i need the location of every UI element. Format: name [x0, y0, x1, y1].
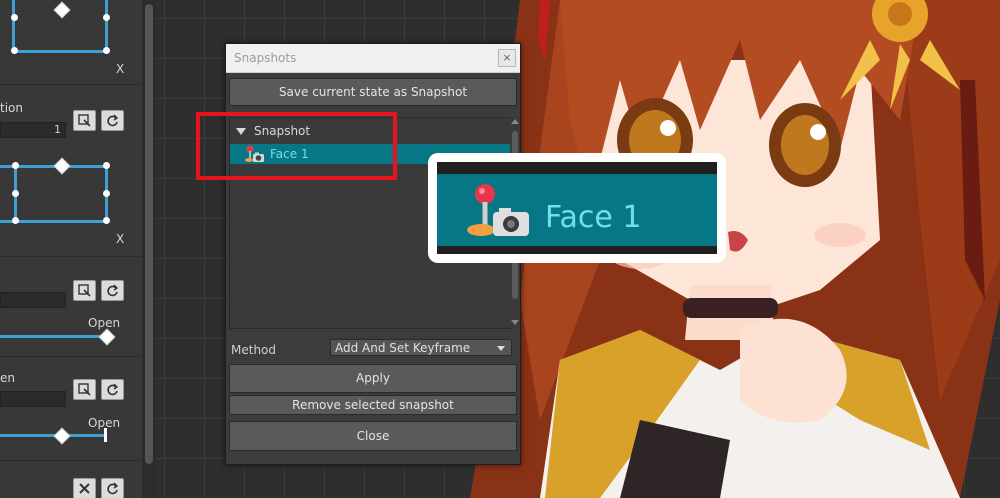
curve-point[interactable]	[12, 190, 19, 197]
inspector-scrollbar[interactable]	[142, 0, 156, 498]
curve-edge	[12, 0, 15, 52]
axis-label: X	[116, 232, 125, 246]
reset-icon	[107, 482, 119, 495]
chevron-down-icon	[497, 346, 505, 351]
reset-icon	[107, 383, 119, 396]
target-button[interactable]	[73, 379, 96, 400]
section-label: en	[0, 371, 15, 385]
value-field[interactable]	[0, 292, 66, 308]
close-button[interactable]: Close	[229, 421, 517, 451]
curve-edge	[105, 0, 108, 52]
zoom-inner: Face 1	[437, 162, 717, 254]
curve-point[interactable]	[11, 47, 18, 54]
curve-point[interactable]	[12, 217, 19, 224]
method-label: Method	[231, 343, 277, 357]
dialog-title: Snapshots	[234, 51, 297, 65]
slider-label: Open	[88, 316, 121, 330]
curve-point[interactable]	[103, 217, 110, 224]
apply-button[interactable]: Apply	[229, 364, 517, 393]
zoom-callout: Face 1	[428, 153, 726, 263]
curve-edge	[12, 50, 108, 53]
reset-button[interactable]	[101, 379, 124, 400]
close-icon	[79, 483, 90, 494]
curve-point[interactable]	[103, 190, 110, 197]
zoom-item-label: Face 1	[545, 200, 642, 235]
target-button[interactable]	[73, 280, 96, 301]
value-field[interactable]	[0, 391, 66, 407]
curve-point[interactable]	[103, 14, 110, 21]
dialog-titlebar[interactable]: Snapshots ×	[226, 44, 520, 73]
joystick-camera-icon	[467, 184, 529, 236]
section-label: tion	[0, 101, 23, 115]
target-icon	[78, 383, 91, 396]
slider-handle[interactable]	[53, 427, 71, 445]
method-dropdown[interactable]: Add And Set Keyframe	[330, 339, 512, 356]
zoom-selected-row: Face 1	[437, 174, 717, 246]
method-value: Add And Set Keyframe	[335, 341, 471, 355]
axis-label: X	[116, 62, 125, 76]
curve-point[interactable]	[103, 162, 110, 169]
curve-point[interactable]	[11, 14, 18, 21]
curve-key-diamond[interactable]	[53, 1, 71, 19]
target-icon	[78, 284, 91, 297]
curve-key-diamond[interactable]	[53, 157, 71, 175]
target-button[interactable]	[73, 110, 96, 131]
reset-button[interactable]	[101, 280, 124, 301]
remove-button[interactable]	[73, 478, 96, 498]
reset-button[interactable]	[101, 478, 124, 498]
curve-point[interactable]	[12, 162, 19, 169]
highlight-box	[196, 112, 397, 180]
reset-button[interactable]	[101, 110, 124, 131]
inspector-panel: X tion 1 X Open en Open	[0, 0, 156, 498]
reset-icon	[107, 114, 119, 127]
slider-handle[interactable]	[98, 328, 116, 346]
slider-end-marker	[104, 428, 107, 442]
value-field[interactable]: 1	[0, 122, 66, 138]
target-icon	[78, 114, 91, 127]
reset-icon	[107, 284, 119, 297]
slider-track[interactable]	[0, 335, 106, 338]
dialog-close-icon[interactable]: ×	[498, 49, 516, 67]
remove-snapshot-button[interactable]: Remove selected snapshot	[229, 395, 517, 415]
curve-point[interactable]	[103, 47, 110, 54]
save-snapshot-button[interactable]: Save current state as Snapshot	[229, 78, 517, 106]
